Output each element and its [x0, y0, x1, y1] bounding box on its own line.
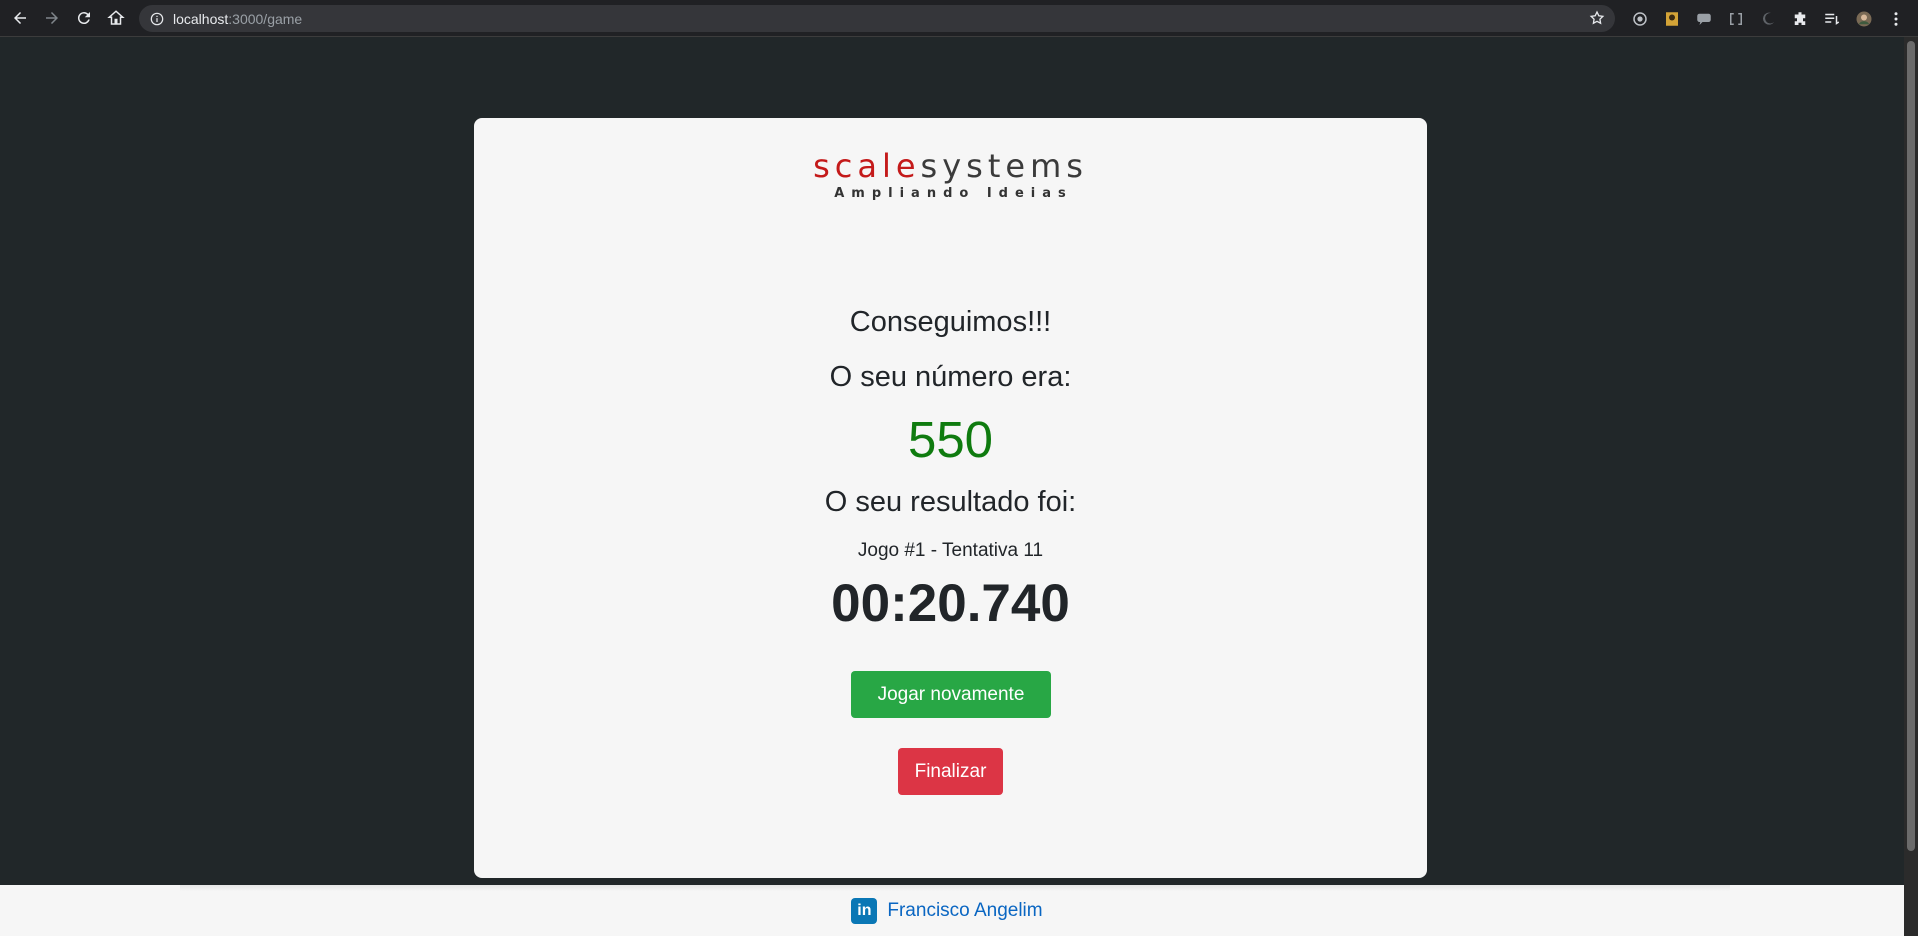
browser-toolbar: localhost:3000/game: [0, 0, 1918, 37]
back-arrow-icon: [14, 12, 26, 24]
extensions-puzzle-icon[interactable]: [1784, 0, 1816, 37]
forward-arrow-icon: [46, 12, 58, 24]
number-label: O seu número era:: [829, 361, 1072, 393]
play-again-button[interactable]: Jogar novamente: [851, 671, 1051, 718]
home-button[interactable]: [100, 0, 132, 37]
url-text: localhost:3000/game: [173, 11, 302, 27]
vertical-scrollbar[interactable]: [1904, 37, 1918, 936]
extension-chat-icon[interactable]: [1688, 0, 1720, 37]
reading-list-icon[interactable]: [1816, 0, 1848, 37]
reload-icon: [77, 12, 90, 25]
finish-button[interactable]: Finalizar: [898, 748, 1003, 795]
extension-target-icon[interactable]: [1624, 0, 1656, 37]
scalesystems-logo: scalesystems Ampliando Ideias: [474, 148, 1427, 201]
back-button[interactable]: [4, 0, 36, 37]
home-icon: [107, 10, 125, 25]
chrome-menu-icon[interactable]: [1880, 0, 1912, 37]
extension-crescent-icon[interactable]: [1752, 0, 1784, 37]
logo-systems-text: systems: [920, 147, 1088, 185]
address-bar[interactable]: localhost:3000/game: [139, 5, 1615, 32]
success-heading: Conseguimos!!!: [849, 306, 1052, 338]
scrollbar-thumb[interactable]: [1907, 41, 1915, 851]
info-icon[interactable]: [149, 11, 165, 27]
logo-scale-text: scale: [813, 147, 921, 185]
result-label: O seu resultado foi:: [824, 486, 1077, 518]
page-footer: in Francisco Angelim: [0, 885, 1904, 936]
url-host: localhost: [173, 10, 229, 27]
extensions-bar: [1624, 0, 1918, 37]
author-link[interactable]: Francisco Angelim: [887, 900, 1042, 922]
secret-number: 550: [907, 411, 994, 468]
extension-code-icon[interactable]: [1720, 0, 1752, 37]
profile-avatar-icon[interactable]: [1848, 0, 1880, 37]
footer-shadow: [180, 885, 1730, 891]
extension-portrait-icon[interactable]: [1656, 0, 1688, 37]
linkedin-icon[interactable]: in: [851, 897, 878, 924]
forward-button[interactable]: [36, 0, 68, 37]
game-attempt-info: Jogo #1 - Tentativa 11: [857, 540, 1044, 561]
bookmark-star-icon[interactable]: [1589, 10, 1605, 26]
elapsed-time: 00:20.740: [831, 574, 1070, 633]
reload-button[interactable]: [68, 0, 100, 37]
url-path: :3000/game: [228, 10, 303, 27]
result-card: scalesystems Ampliando Ideias Conseguimo…: [474, 118, 1427, 878]
logo-wordmark: scalesystems: [474, 148, 1427, 184]
logo-tagline: Ampliando Ideias: [834, 186, 1073, 201]
